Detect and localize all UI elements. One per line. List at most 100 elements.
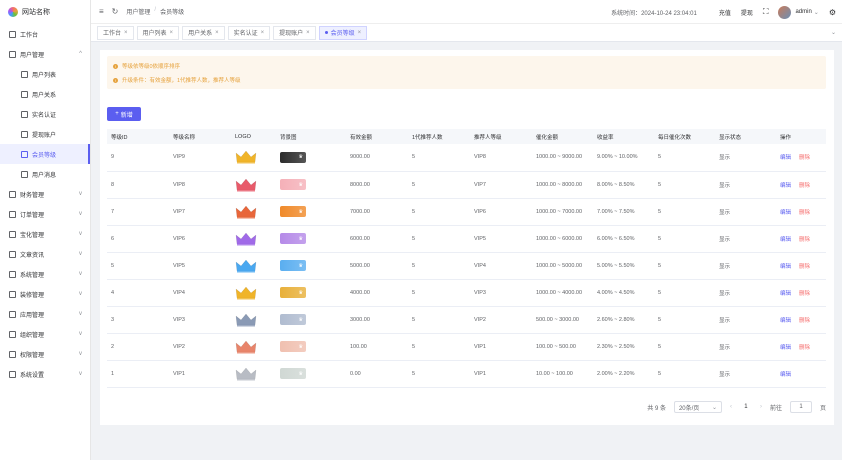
gear-icon [9, 370, 16, 378]
column-header: 有效金额 [346, 129, 408, 144]
background-cell: ♛ [276, 225, 346, 253]
level-name: VIP6 [169, 225, 231, 253]
edit-link[interactable]: 编辑 [780, 155, 791, 161]
sidebar-item[interactable]: 装修管理 v [0, 284, 90, 304]
sidebar-item[interactable]: 财务管理 v [0, 184, 90, 204]
sidebar-item[interactable]: 用户消息 [0, 164, 90, 184]
tab-bar: 工作台 × 用户列表 × 用户关系 × 实名认证 × 提现账户 × 会员等级 × ⌄ [91, 24, 842, 42]
sidebar-item[interactable]: 系统管理 v [0, 264, 90, 284]
edit-link[interactable]: 编辑 [780, 291, 791, 297]
table-row: 7 VIP7 ♛ 7000.00 5 VIP6 1000.00 ~ 7000.00 7.00%… [107, 198, 826, 226]
prev-page-icon[interactable]: ‹ [730, 404, 732, 410]
yield-rate: 2.00% ~ 2.20% [593, 360, 654, 388]
catalysis-amount: 1000.00 ~ 7000.00 [532, 198, 593, 226]
close-icon[interactable]: × [215, 30, 219, 36]
catalysis-amount: 1000.00 ~ 9000.00 [532, 144, 593, 172]
close-icon[interactable]: × [358, 30, 362, 36]
delete-link[interactable]: 删除 [799, 183, 810, 189]
delete-link[interactable]: 删除 [799, 345, 810, 351]
level-name: VIP4 [169, 279, 231, 307]
breadcrumb: 用户管理 / 会员等级 [126, 7, 184, 16]
actions-cell: 编辑 删除 [776, 333, 826, 361]
edit-link[interactable]: 编辑 [780, 183, 791, 189]
daily-times: 5 [654, 198, 715, 226]
tab[interactable]: 用户列表 × [136, 25, 180, 40]
column-header: LOGO [231, 129, 276, 144]
tab[interactable]: 用户关系 × [182, 25, 225, 40]
sidebar-item[interactable]: 用户关系 [0, 84, 90, 104]
delete-link[interactable]: 删除 [799, 318, 810, 324]
tab[interactable]: 提现账户 × [273, 25, 316, 40]
menu-toggle-icon[interactable]: ≡ [99, 7, 104, 16]
tab-label: 工作台 [103, 31, 122, 37]
sidebar-item[interactable]: 组织管理 v [0, 324, 90, 344]
sidebar-item[interactable]: 宝化管理 v [0, 224, 90, 244]
recharge-link[interactable]: 充值 [719, 8, 731, 17]
delete-link[interactable]: 删除 [799, 237, 810, 243]
sidebar-item-label: 权限管理 [20, 352, 45, 359]
add-button[interactable]: + 新增 [107, 107, 141, 121]
background-image: ♛ [280, 179, 306, 190]
sidebar-item[interactable]: 提现账户 [0, 124, 90, 144]
goto-input[interactable]: 1 [789, 401, 812, 413]
close-icon[interactable]: × [170, 30, 174, 36]
chevron-down-icon[interactable]: ⌄ [831, 29, 836, 36]
sidebar-item[interactable]: 权限管理 v [0, 344, 90, 364]
referrer-level: VIP7 [470, 171, 532, 199]
chevron-icon: v [79, 231, 82, 237]
card-icon [21, 130, 28, 138]
background-image: ♛ [280, 368, 306, 379]
edit-link[interactable]: 编辑 [780, 237, 791, 243]
sidebar-item[interactable]: 工作台 [0, 24, 90, 44]
sidebar-item[interactable]: 应用管理 v [0, 304, 90, 324]
sidebar-item[interactable]: 会员等级 [0, 144, 90, 164]
edit-link[interactable]: 编辑 [780, 318, 791, 324]
delete-link[interactable]: 删除 [799, 291, 810, 297]
chevron-down-icon[interactable]: ⌄ [814, 9, 819, 16]
app-icon [9, 310, 16, 318]
sidebar-item[interactable]: 用户列表 [0, 64, 90, 84]
avatar[interactable] [778, 5, 792, 19]
daily-times: 5 [654, 279, 715, 307]
fullscreen-icon[interactable]: ⛶ [763, 7, 769, 17]
edit-link[interactable]: 编辑 [780, 264, 791, 270]
actions-cell: 编辑 删除 [776, 144, 826, 172]
sidebar-item[interactable]: 系统设置 v [0, 364, 90, 384]
referrer-level: VIP1 [470, 333, 532, 361]
sidebar-item[interactable]: 订单管理 v [0, 204, 90, 224]
tab[interactable]: 实名认证 × [227, 25, 271, 40]
sidebar-item[interactable]: 实名认证 [0, 104, 90, 124]
delete-link[interactable]: 删除 [799, 155, 810, 161]
display-status: 显示 [715, 171, 776, 199]
page-size-select[interactable]: 20条/页 ⌄ [673, 401, 722, 413]
page-number[interactable]: 1 [740, 401, 752, 413]
refresh-icon[interactable]: ↻ [112, 7, 119, 16]
close-icon[interactable]: × [261, 30, 265, 36]
user-name[interactable]: admin [795, 9, 811, 15]
withdraw-link[interactable]: 提现 [741, 8, 753, 17]
logo-cell [231, 360, 276, 388]
gear-icon[interactable]: ⚙ [829, 8, 836, 17]
tab[interactable]: 工作台 × [97, 25, 134, 40]
close-icon[interactable]: × [124, 30, 128, 36]
sidebar-item[interactable]: 文章资讯 v [0, 244, 90, 264]
sidebar-item[interactable]: 用户管理 ^ [0, 44, 90, 64]
column-header: 每日催化次数 [654, 129, 715, 144]
level-name: VIP5 [169, 252, 231, 280]
display-status: 显示 [715, 279, 776, 307]
sidebar-item-label: 宝化管理 [20, 232, 45, 239]
edit-link[interactable]: 编辑 [780, 372, 791, 378]
breadcrumb-item[interactable]: 用户管理 [126, 7, 150, 16]
table-row: 6 VIP6 ♛ 6000.00 5 VIP5 1000.00 ~ 6000.00 6.00%… [107, 225, 826, 253]
tab[interactable]: 会员等级 × [318, 25, 368, 40]
delete-link[interactable]: 删除 [799, 210, 810, 216]
org-icon [9, 330, 16, 338]
edit-link[interactable]: 编辑 [780, 345, 791, 351]
next-page-icon[interactable]: › [760, 404, 762, 410]
referral-count: 5 [408, 333, 470, 361]
edit-link[interactable]: 编辑 [780, 210, 791, 216]
column-header: 显示状态 [715, 129, 776, 144]
catalysis-amount: 1000.00 ~ 8000.00 [532, 171, 593, 199]
close-icon[interactable]: × [306, 30, 310, 36]
delete-link[interactable]: 删除 [799, 264, 810, 270]
